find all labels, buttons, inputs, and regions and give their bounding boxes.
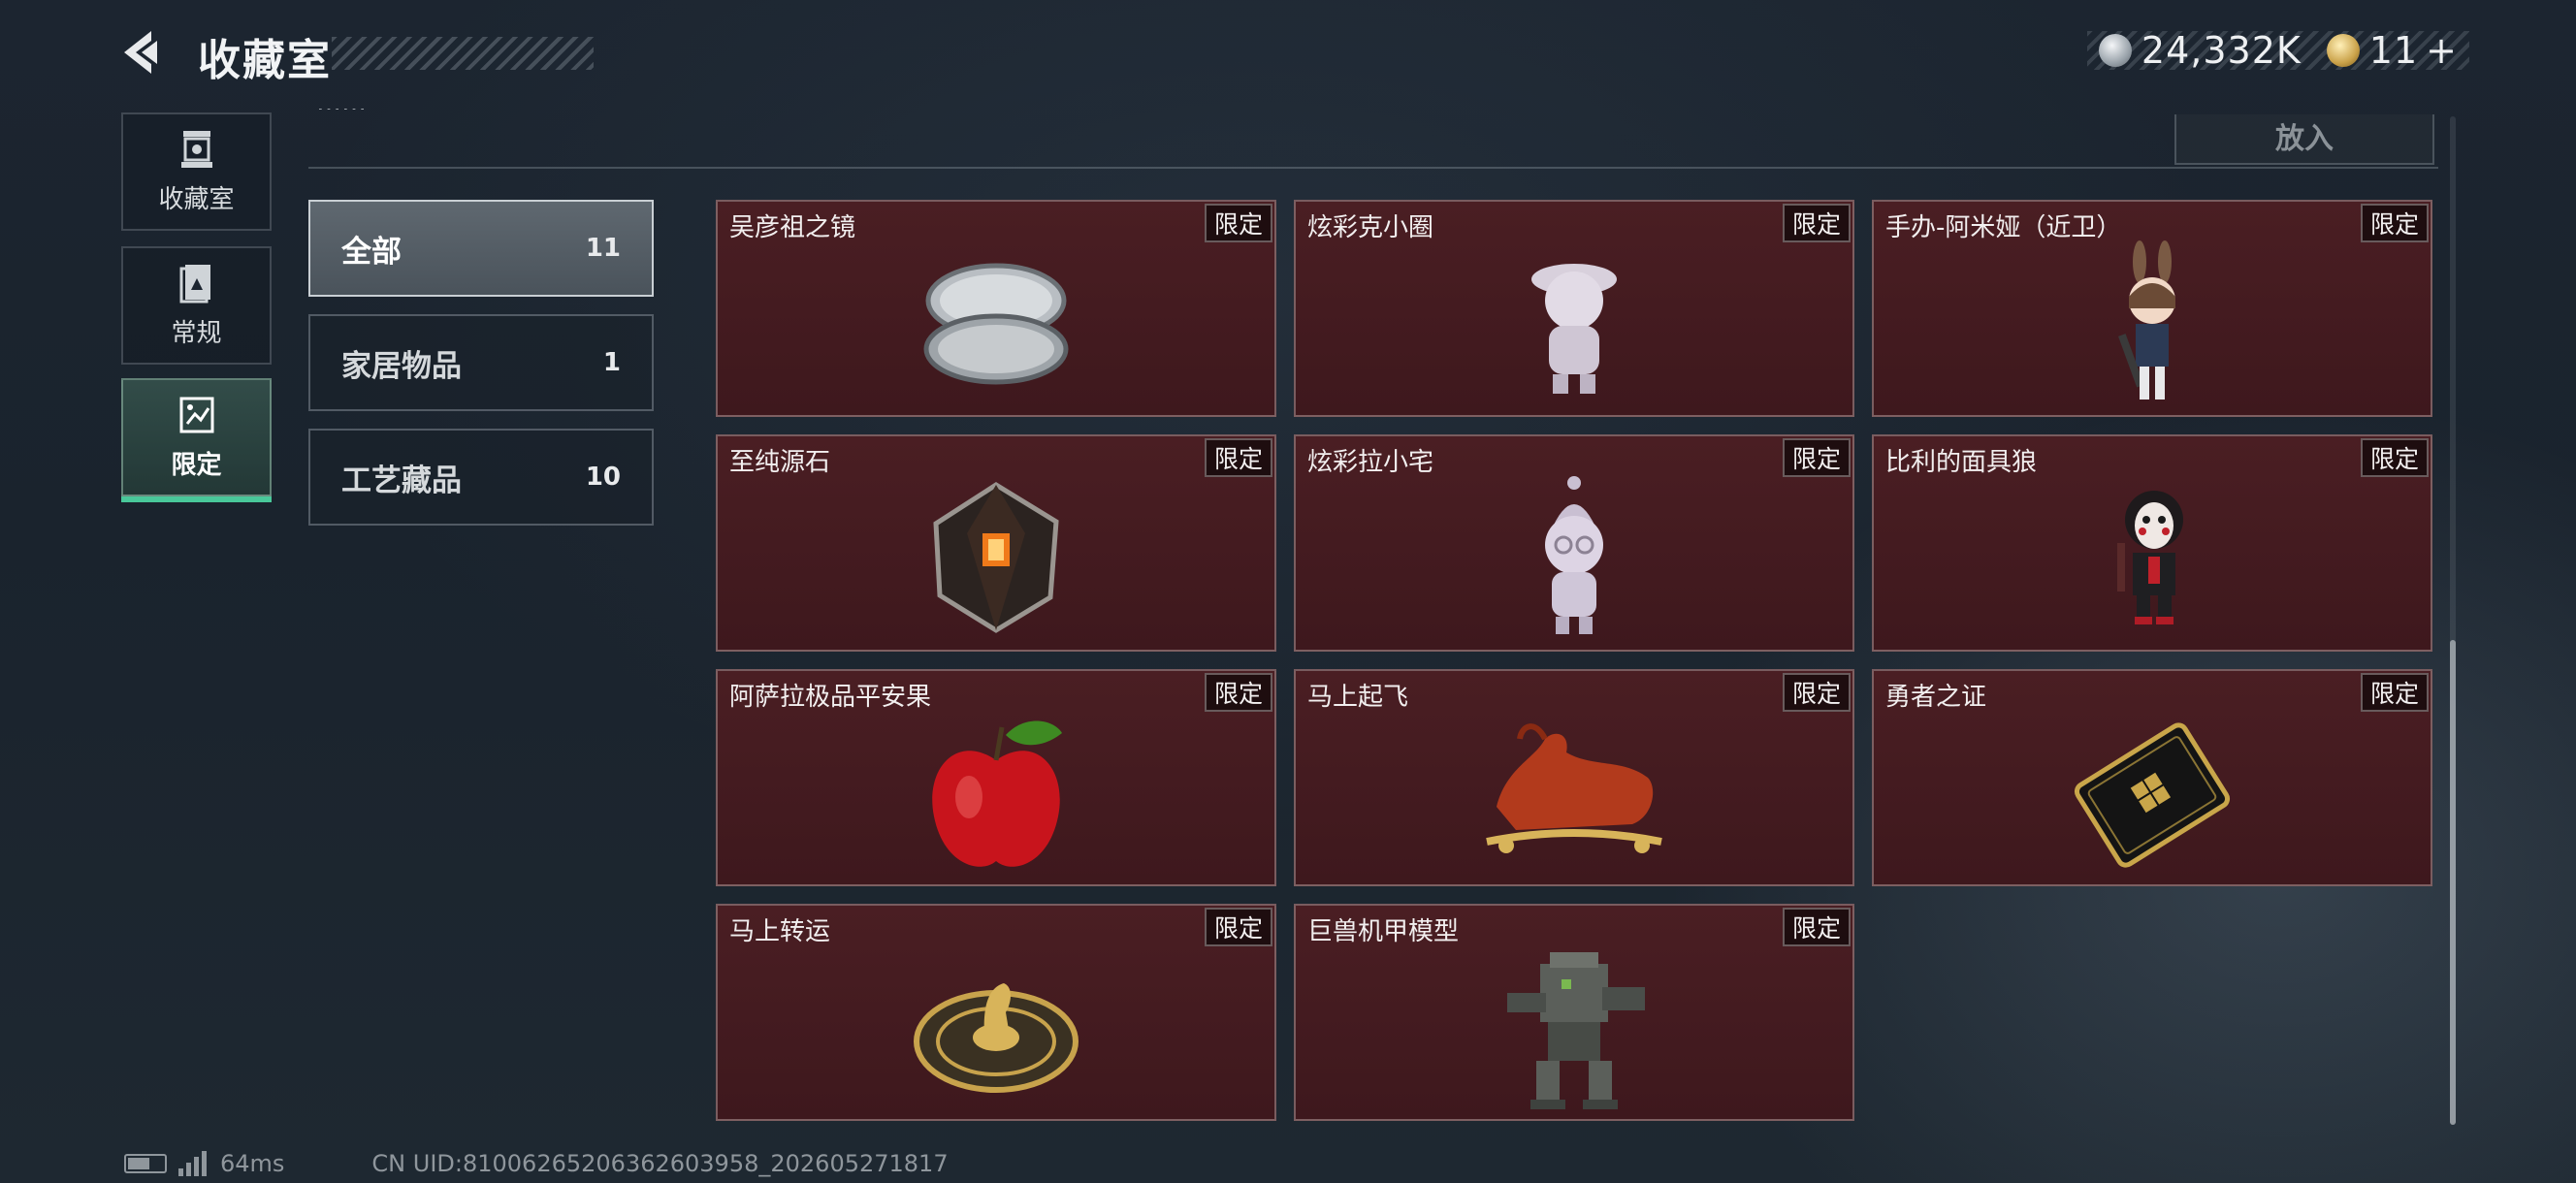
put-in-button[interactable]: 放入 — [2174, 114, 2434, 165]
limited-badge: 限定 — [1204, 204, 1272, 242]
item-card[interactable]: 至纯源石 限定 — [716, 434, 1276, 652]
item-card[interactable]: 炫彩拉小宅 限定 — [1294, 434, 1854, 652]
status-footer: 64ms CN UID:8100626520636260395​8_202605… — [124, 1150, 949, 1177]
item-name: 炫彩拉小宅 — [1307, 448, 1434, 477]
category-name: 家居物品 — [341, 348, 462, 384]
item-card[interactable]: 吴彦祖之镜 限定 — [716, 200, 1276, 417]
trophy-icon — [180, 130, 212, 168]
limited-badge: 限定 — [1782, 438, 1851, 477]
item-name: 吴彦祖之镜 — [729, 213, 856, 242]
limited-badge: 限定 — [1782, 908, 1851, 946]
category-household[interactable]: 家居物品 1 — [308, 314, 654, 411]
limited-badge: 限定 — [2360, 204, 2429, 242]
mech-icon — [1507, 952, 1645, 1109]
item-card[interactable]: 马上起飞 限定 — [1294, 669, 1854, 886]
gold-add-button[interactable]: + — [2426, 29, 2458, 72]
item-name: 巨兽机甲模型 — [1307, 917, 1460, 946]
tab-label: 限定 — [171, 450, 222, 480]
category-count: 11 — [585, 234, 621, 263]
title-decoration — [332, 37, 594, 70]
tab-limited[interactable]: 限定 — [121, 378, 272, 502]
tab-label: 常规 — [171, 318, 222, 348]
mask-doll-icon — [2117, 491, 2183, 624]
category-name: 全部 — [341, 234, 402, 270]
limited-badge: 限定 — [2360, 438, 2429, 477]
limited-badge: 限定 — [1204, 673, 1272, 712]
silver-amount: 24,332K — [2141, 29, 2302, 72]
currency-bar: 24,332K 11 + — [2086, 29, 2469, 72]
page-title: 收藏室 — [198, 36, 332, 85]
item-card[interactable]: 比利的面具狼 限定 — [1872, 434, 2432, 652]
limited-badge: 限定 — [2360, 673, 2429, 712]
category-count: 10 — [585, 463, 621, 492]
limited-collection-icon — [179, 397, 213, 432]
item-name: 阿萨拉极品平安果 — [729, 683, 932, 712]
tab-label: 收藏室 — [158, 184, 235, 214]
item-card[interactable]: 马上转运 限定 — [716, 904, 1276, 1121]
category-all[interactable]: 全部 11 — [308, 200, 654, 297]
bunny-figure-icon — [2118, 240, 2175, 400]
category-crafts[interactable]: 工艺藏品 10 — [308, 429, 654, 526]
silver-coin-icon — [2098, 34, 2132, 67]
item-card[interactable]: 勇者之证 限定 — [1872, 669, 2432, 886]
item-card[interactable]: 阿萨拉极品平安果 限定 — [716, 669, 1276, 886]
crystal-icon — [933, 482, 1059, 633]
limited-badge: 限定 — [1204, 908, 1272, 946]
category-name: 工艺藏品 — [341, 463, 462, 498]
limited-badge: 限定 — [1204, 438, 1272, 477]
tab-regular[interactable]: 常规 — [121, 246, 272, 365]
item-name: 至纯源石 — [729, 448, 831, 477]
clipped-text: …… — [316, 109, 433, 118]
divider — [308, 167, 2438, 169]
put-in-label: 放入 — [2275, 122, 2334, 156]
limited-badge: 限定 — [1782, 204, 1851, 242]
item-card[interactable]: 炫彩克小圈 限定 — [1294, 200, 1854, 417]
gold-amount: 11 — [2368, 29, 2419, 72]
gold-coin-icon — [2326, 34, 2360, 67]
card-icon — [2074, 722, 2231, 868]
battery-icon — [124, 1154, 167, 1173]
signal-icon — [178, 1151, 207, 1176]
figurine-icon — [1545, 476, 1603, 634]
album-icon — [179, 264, 210, 303]
compact-mirror-icon — [923, 263, 1069, 385]
limited-badge: 限定 — [1782, 673, 1851, 712]
item-name: 马上起飞 — [1307, 683, 1409, 712]
item-card[interactable]: 巨兽机甲模型 限定 — [1294, 904, 1854, 1121]
figurine-icon — [1531, 264, 1617, 394]
apple-icon — [932, 720, 1062, 867]
item-name: 勇者之证 — [1885, 683, 1987, 712]
item-name: 手办-阿米娅（近卫） — [1885, 213, 2122, 242]
scrollbar-thumb[interactable] — [2450, 640, 2456, 1125]
coin-horse-icon — [914, 983, 1079, 1093]
back-arrow-icon[interactable] — [118, 27, 169, 78]
item-name: 比利的面具狼 — [1885, 448, 2038, 477]
uid-text: CN UID:8100626520636260395​8_20260527181… — [371, 1150, 949, 1177]
item-card[interactable]: 手办-阿米娅（近卫） 限定 — [1872, 200, 2432, 417]
ping-text: 64ms — [220, 1150, 285, 1177]
horse-icon — [1486, 723, 1662, 853]
tab-collection-room[interactable]: 收藏室 — [121, 112, 272, 231]
item-name: 炫彩克小圈 — [1307, 213, 1434, 242]
category-count: 1 — [602, 348, 621, 377]
item-name: 马上转运 — [729, 917, 831, 946]
